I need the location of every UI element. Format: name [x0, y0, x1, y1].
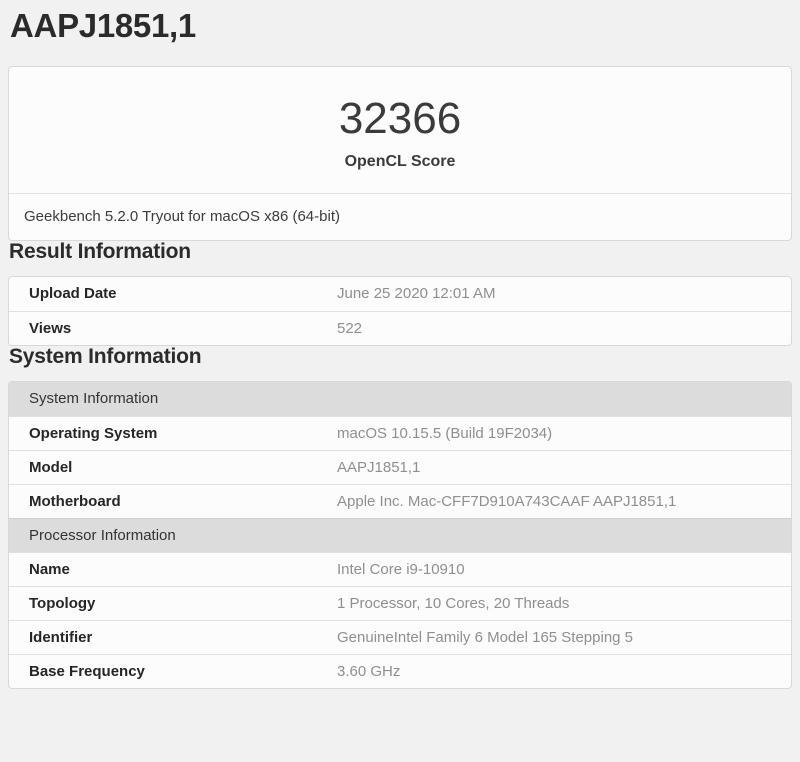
- row-value: macOS 10.15.5 (Build 19F2034): [337, 418, 791, 450]
- row-label: Motherboard: [9, 486, 337, 518]
- table-row: Base Frequency3.60 GHz: [9, 654, 791, 688]
- row-value: June 25 2020 12:01 AM: [337, 278, 791, 310]
- page-title: AAPJ1851,1: [8, 7, 792, 45]
- row-value: 3.60 GHz: [337, 656, 791, 688]
- geekbench-result-page: AAPJ1851,1 32366 OpenCL Score Geekbench …: [0, 7, 800, 689]
- table-row: Topology1 Processor, 10 Cores, 20 Thread…: [9, 586, 791, 620]
- row-label: Name: [9, 554, 337, 586]
- row-label: Model: [9, 452, 337, 484]
- table-row: MotherboardApple Inc. Mac-CFF7D910A743CA…: [9, 484, 791, 518]
- benchmark-version-text: Geekbench 5.2.0 Tryout for macOS x86 (64…: [9, 193, 791, 240]
- row-label: Upload Date: [9, 278, 337, 310]
- row-value: 522: [337, 313, 791, 345]
- score-section: 32366 OpenCL Score: [9, 67, 791, 193]
- opencl-score-value: 32366: [9, 95, 791, 143]
- row-label: Base Frequency: [9, 656, 337, 688]
- row-value: 1 Processor, 10 Cores, 20 Threads: [337, 588, 791, 620]
- row-label: Topology: [9, 588, 337, 620]
- row-value: AAPJ1851,1: [337, 452, 791, 484]
- table-row: Operating SystemmacOS 10.15.5 (Build 19F…: [9, 416, 791, 450]
- row-label: Identifier: [9, 622, 337, 654]
- system-information-table: System InformationOperating SystemmacOS …: [8, 381, 792, 689]
- opencl-score-label: OpenCL Score: [9, 152, 791, 171]
- row-value: GenuineIntel Family 6 Model 165 Stepping…: [337, 622, 791, 654]
- row-label: Operating System: [9, 418, 337, 450]
- score-card: 32366 OpenCL Score Geekbench 5.2.0 Tryou…: [8, 66, 792, 241]
- table-row: ModelAAPJ1851,1: [9, 450, 791, 484]
- row-value: Intel Core i9-10910: [337, 554, 791, 586]
- table-section-header: Processor Information: [9, 518, 791, 552]
- result-information-heading: Result Information: [8, 241, 792, 263]
- row-label: Views: [9, 313, 337, 345]
- table-section-header: System Information: [9, 382, 791, 416]
- table-row: Views522: [9, 311, 791, 345]
- table-row: Upload DateJune 25 2020 12:01 AM: [9, 277, 791, 311]
- result-information-table: Upload DateJune 25 2020 12:01 AMViews522: [8, 276, 792, 346]
- row-value: Apple Inc. Mac-CFF7D910A743CAAF AAPJ1851…: [337, 486, 791, 518]
- table-row: IdentifierGenuineIntel Family 6 Model 16…: [9, 620, 791, 654]
- system-information-heading: System Information: [8, 346, 792, 368]
- table-row: NameIntel Core i9-10910: [9, 552, 791, 586]
